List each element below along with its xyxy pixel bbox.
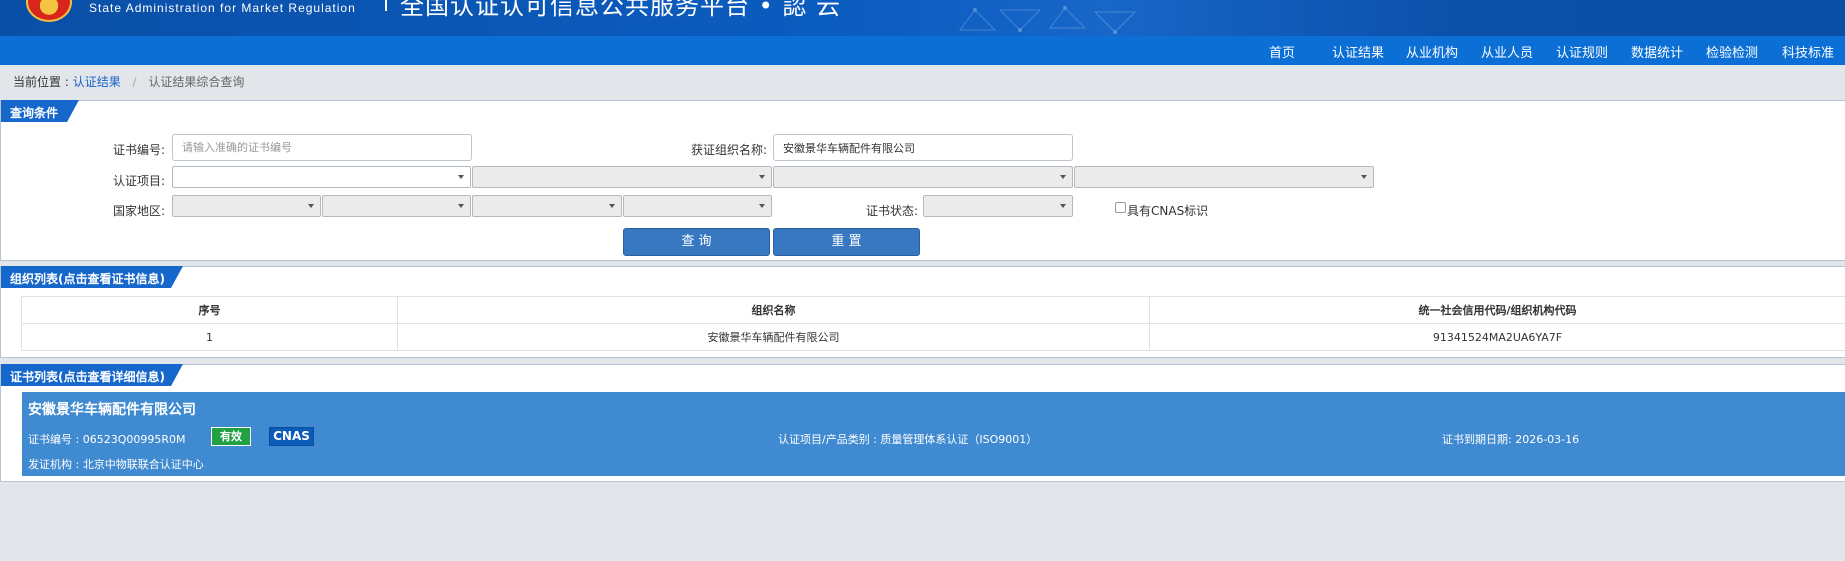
national-emblem-logo xyxy=(26,0,72,22)
nav-cert-results[interactable]: 认证结果 xyxy=(1332,42,1384,61)
org-table-header-row: 序号 组织名称 统一社会信用代码/组织机构代码 xyxy=(21,296,1845,324)
cert-category: 认证项目/产品类别 : 质量管理体系认证（ISO9001） xyxy=(778,433,1038,446)
cert-list-panel: 证书列表(点击查看详细信息) 安徽景华车辆配件有限公司 证书编号 : 06523… xyxy=(0,364,1845,482)
cert-no-input[interactable] xyxy=(172,134,472,161)
search-button[interactable]: 查 询 xyxy=(623,228,770,256)
chevron-down-icon xyxy=(458,204,464,208)
nav-statistics[interactable]: 数据统计 xyxy=(1631,42,1683,61)
cert-item-select-2[interactable] xyxy=(472,166,772,188)
status-badge: 有效 xyxy=(211,427,251,446)
site-header: State Administration for Market Regulati… xyxy=(0,0,1845,36)
region-label: 国家地区: xyxy=(113,204,166,218)
main-nav: 首页 认证结果 从业机构 从业人员 认证规则 数据统计 检验检测 科技标准 xyxy=(0,36,1845,65)
cell-org-name: 安徽景华车辆配件有限公司 xyxy=(397,323,1150,351)
cnas-badge: CNAS xyxy=(269,427,314,446)
cert-item-select-4[interactable] xyxy=(1074,166,1374,188)
network-decoration-icon xyxy=(959,6,1137,34)
cert-item-select-3[interactable] xyxy=(773,166,1073,188)
table-row[interactable]: 1 安徽景华车辆配件有限公司 91341524MA2UA6YA7F xyxy=(21,323,1845,351)
chevron-down-icon xyxy=(1361,175,1367,179)
col-header-credit-code: 统一社会信用代码/组织机构代码 xyxy=(1149,296,1845,324)
cert-issuer: 发证机构 : 北京中物联联合认证中心 xyxy=(28,458,204,471)
region-select-2[interactable] xyxy=(322,195,471,217)
site-title: 全国认证认可信息公共服务平台 • 認 云 xyxy=(400,0,842,20)
breadcrumb-prefix: 当前位置 : xyxy=(13,75,69,89)
col-header-org-name: 组织名称 xyxy=(397,296,1150,324)
cnas-checkbox-label: 具有CNAS标识 xyxy=(1127,204,1209,218)
org-name-input[interactable] xyxy=(773,134,1073,161)
reset-button[interactable]: 重 置 xyxy=(773,228,920,256)
cnas-checkbox[interactable] xyxy=(1115,202,1126,213)
chevron-down-icon xyxy=(458,175,464,179)
chevron-down-icon xyxy=(609,204,615,208)
header-divider xyxy=(385,0,387,11)
cert-card[interactable]: 安徽景华车辆配件有限公司 证书编号 : 06523Q00995R0M 有效 CN… xyxy=(22,392,1845,476)
region-select-1[interactable] xyxy=(172,195,321,217)
query-panel: 查询条件 证书编号: 获证组织名称: 认证项目: 国家地区: 证书状态: 具有C… xyxy=(0,100,1845,261)
cert-number: 证书编号 : 06523Q00995R0M xyxy=(28,433,186,446)
status-select[interactable] xyxy=(923,195,1073,217)
nav-cert-rules[interactable]: 认证规则 xyxy=(1556,42,1608,61)
query-panel-title: 查询条件 xyxy=(1,100,79,122)
cert-item-select-1[interactable] xyxy=(172,166,471,188)
nav-agencies[interactable]: 从业机构 xyxy=(1406,42,1458,61)
breadcrumb-current: 认证结果综合查询 xyxy=(148,75,245,89)
org-list-title: 组织列表(点击查看证书信息) xyxy=(1,266,183,288)
cell-credit-code: 91341524MA2UA6YA7F xyxy=(1149,323,1845,351)
cell-index: 1 xyxy=(21,323,398,351)
cert-expiry-date: 证书到期日期: 2026-03-16 xyxy=(1442,433,1580,446)
cert-org-name: 安徽景华车辆配件有限公司 xyxy=(28,402,196,418)
chevron-down-icon xyxy=(1060,204,1066,208)
region-select-4[interactable] xyxy=(623,195,772,217)
org-list-panel: 组织列表(点击查看证书信息) 序号 组织名称 统一社会信用代码/组织机构代码 1… xyxy=(0,266,1845,358)
nav-home[interactable]: 首页 xyxy=(1269,42,1295,61)
org-name-label: 获证组织名称: xyxy=(691,143,768,157)
org-table: 序号 组织名称 统一社会信用代码/组织机构代码 1 安徽景华车辆配件有限公司 9… xyxy=(21,296,1845,351)
region-select-3[interactable] xyxy=(472,195,622,217)
nav-inspection[interactable]: 检验检测 xyxy=(1706,42,1758,61)
cert-list-title: 证书列表(点击查看详细信息) xyxy=(1,364,183,386)
chevron-down-icon xyxy=(308,204,314,208)
col-header-index: 序号 xyxy=(21,296,398,324)
nav-standards[interactable]: 科技标准 xyxy=(1782,42,1834,61)
cert-no-label: 证书编号: xyxy=(113,143,166,157)
breadcrumb: 当前位置 : 认证结果 / 认证结果综合查询 xyxy=(13,73,244,90)
nav-practitioners[interactable]: 从业人员 xyxy=(1481,42,1533,61)
breadcrumb-separator: / xyxy=(132,75,137,89)
chevron-down-icon xyxy=(1060,175,1066,179)
status-label: 证书状态: xyxy=(866,204,919,218)
cert-item-label: 认证项目: xyxy=(113,174,166,188)
breadcrumb-link-cert-results[interactable]: 认证结果 xyxy=(73,75,121,89)
header-subtitle-en: State Administration for Market Regulati… xyxy=(89,1,356,15)
chevron-down-icon xyxy=(759,175,765,179)
chevron-down-icon xyxy=(759,204,765,208)
